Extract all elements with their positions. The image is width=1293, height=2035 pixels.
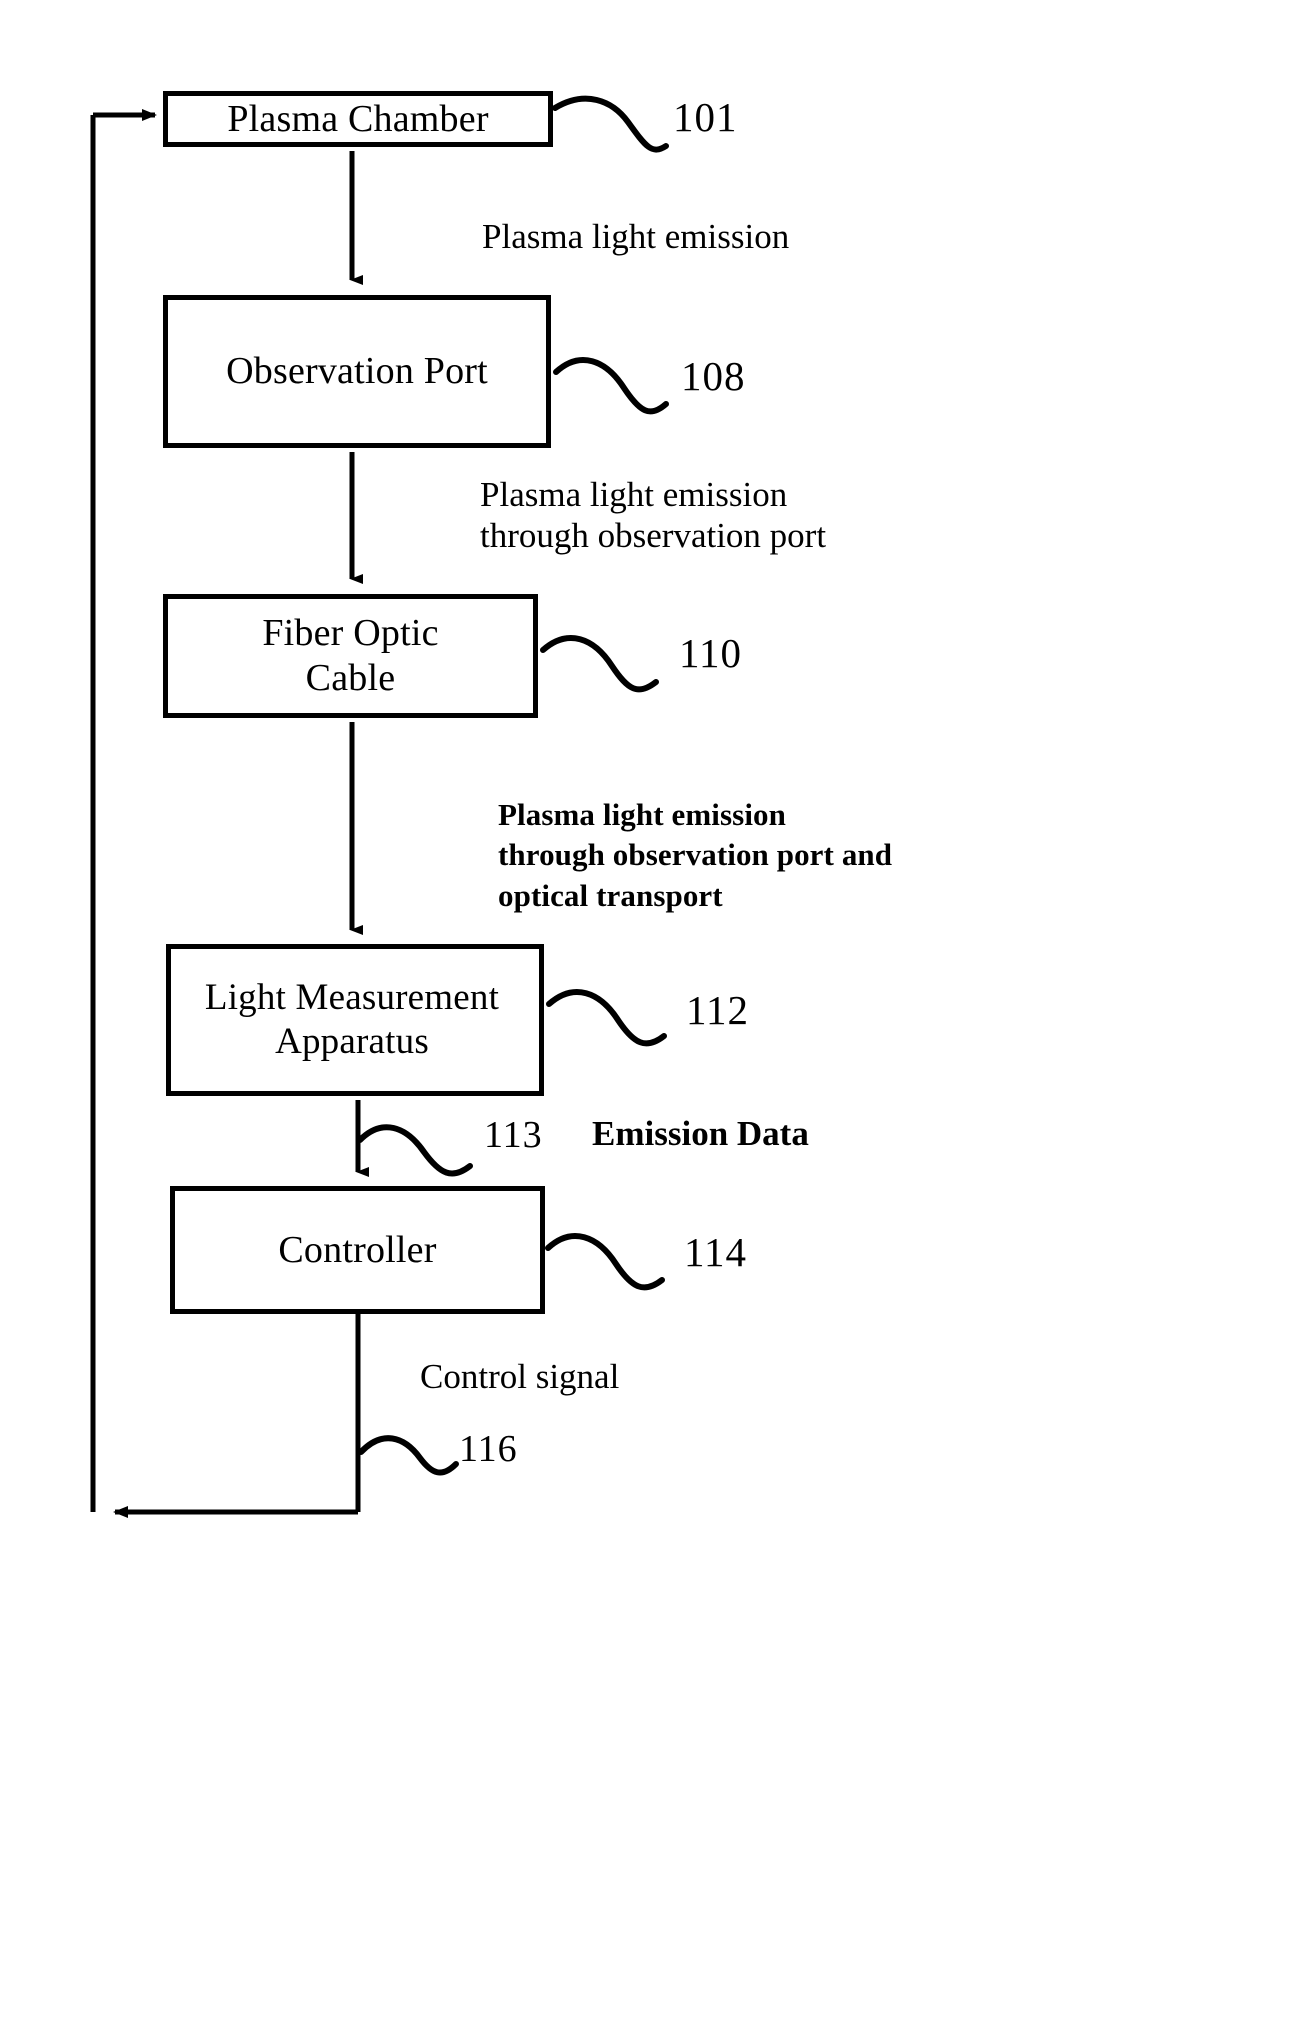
annotation-plasma-light-emission-optical-transport: Plasma light emission through observatio…	[498, 797, 893, 913]
block-label-fiber-optic-cable: Fiber Optic Cable	[262, 612, 439, 699]
annotation-plasma-light-emission: Plasma light emission	[482, 217, 790, 256]
reference-numeral-116: 116	[459, 1428, 518, 1470]
reference-numeral-113: 113	[484, 1114, 543, 1156]
block-observation-port: Observation Port	[163, 295, 551, 448]
block-label-controller: Controller	[278, 1228, 437, 1271]
block-fiber-optic-cable: Fiber Optic Cable	[163, 594, 538, 718]
block-light-measurement-apparatus: Light Measurement Apparatus	[166, 944, 544, 1096]
lead-line-112	[546, 989, 667, 1047]
lead-line-113	[357, 1124, 473, 1177]
annotation-control-signal: Control signal	[420, 1357, 620, 1396]
lead-line-108	[553, 357, 669, 415]
annotation-plasma-light-emission-through-port: Plasma light emission through observatio…	[480, 475, 827, 556]
lead-line-101	[552, 95, 669, 153]
reference-numeral-108: 108	[681, 353, 746, 399]
reference-numeral-110: 110	[679, 630, 742, 676]
block-label-plasma-chamber: Plasma Chamber	[227, 97, 489, 140]
annotation-emission-data: Emission Data	[592, 1114, 809, 1153]
reference-numeral-114: 114	[684, 1229, 747, 1275]
lead-line-110	[540, 635, 659, 693]
lead-line-114	[545, 1233, 665, 1291]
block-label-light-measurement-apparatus: Light Measurement Apparatus	[204, 976, 500, 1062]
reference-numeral-112: 112	[686, 987, 749, 1033]
block-controller: Controller	[170, 1186, 545, 1314]
reference-numeral-101: 101	[673, 94, 738, 140]
patent-figure: Plasma Chamber Observation Port Fiber Op…	[0, 0, 1293, 2035]
lead-line-116	[358, 1435, 459, 1476]
block-label-observation-port: Observation Port	[226, 350, 488, 393]
block-plasma-chamber: Plasma Chamber	[163, 91, 553, 147]
